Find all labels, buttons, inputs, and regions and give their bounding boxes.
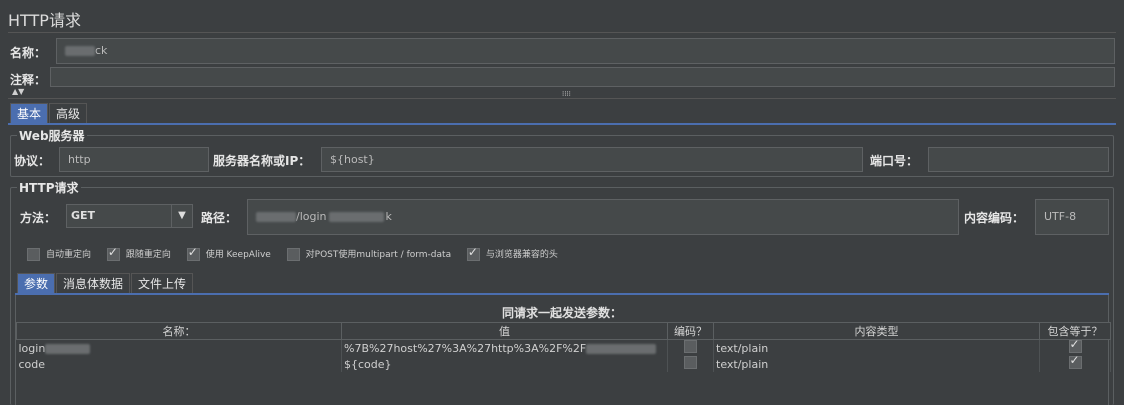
name-value: ck [95,44,108,57]
param-name-cell[interactable]: code [16,356,342,372]
option-follow-redirect[interactable]: 跟随重定向 [106,245,171,261]
protocol-label: 协议： [14,154,51,168]
comment-label: 注释： [10,73,47,87]
param-value-cell[interactable]: %7B%27host%27%3A%27http%3A%2F%2F [341,339,668,356]
name-field[interactable]: ck [56,38,1115,64]
port-input[interactable] [928,147,1109,172]
tab-advanced[interactable]: 高级 [49,103,88,124]
column-header-content-type[interactable]: 内容类型 [713,322,1040,340]
path-value-part: /login [296,210,327,223]
option-auto-redirect[interactable]: 自动重定向 [27,247,91,261]
param-tabs: 参数 消息体数据 文件上传 [17,273,194,294]
column-header-include-equals[interactable]: 包含等于？ [1039,322,1111,340]
param-include-equals-cell[interactable] [1039,339,1111,356]
table-row[interactable]: code ${code} text/plain [16,356,1111,372]
checkbox[interactable] [27,248,40,261]
tab-body-data[interactable]: 消息体数据 [56,273,131,294]
param-content-type-cell[interactable]: text/plain [713,356,1040,372]
param-name: login [18,341,46,355]
option-label: 使用 KeepAlive [205,250,271,260]
option-browser-headers[interactable]: 与浏览器兼容的头 [466,245,558,261]
tab-underline [8,123,1116,125]
collapse-arrows-icon[interactable]: ▲▼ [12,88,24,96]
params-panel: 同请求一起发送参数： 名称： 值 编码？ 内容类型 包含等于？ login %7… [15,295,1111,405]
method-select[interactable]: GET ▼ [66,204,193,228]
checkbox[interactable] [186,245,200,261]
web-server-group-title: Web服务器 [17,127,87,144]
option-label: 自动重定向 [46,250,92,260]
checkbox[interactable] [286,248,300,261]
param-value: %7B%27host%27%3A%27http%3A%2F%2F [344,341,587,355]
chevron-down-icon[interactable]: ▼ [171,205,192,227]
tab-parameters[interactable]: 参数 [17,273,56,294]
splitter-grip-icon[interactable]: ⁞⁞⁞⁞ [562,90,571,98]
encoding-label: 内容编码： [964,211,1025,225]
option-label: 对POST使用multipart / form-data [305,250,452,260]
checkbox[interactable] [1068,356,1082,369]
path-value-part: k [385,210,392,223]
server-label: 服务器名称或IP： [213,154,311,168]
table-row[interactable]: login %7B%27host%27%3A%27http%3A%2F%2F t… [16,339,1111,356]
server-input[interactable]: ${host} [321,147,863,172]
param-name-cell[interactable]: login [16,339,342,356]
title-separator [8,32,1116,33]
option-keepalive[interactable]: 使用 KeepAlive [186,245,271,261]
name-label: 名称： [10,46,47,60]
params-header-row: 名称： 值 编码？ 内容类型 包含等于？ [16,322,1111,340]
param-value-cell[interactable]: ${code} [341,356,668,372]
encoding-input[interactable]: UTF-8 [1035,199,1109,235]
path-input[interactable]: /login k [247,199,959,235]
checkbox[interactable] [106,245,120,261]
params-title: 同请求一起发送参数： [501,306,622,320]
checkbox[interactable] [1068,340,1082,353]
method-label: 方法： [20,211,57,225]
param-content-type-cell[interactable]: text/plain [713,339,1040,356]
options-row: 自动重定向 跟随重定向 使用 KeepAlive 对POST使用multipar… [27,245,570,261]
param-encode-cell[interactable] [667,339,714,356]
method-value: GET [71,209,96,222]
tab-file-upload[interactable]: 文件上传 [131,273,194,294]
column-header-name[interactable]: 名称： [16,322,342,340]
option-label: 跟随重定向 [125,250,171,260]
param-include-equals-cell[interactable] [1039,356,1111,372]
tab-basic[interactable]: 基本 [10,103,49,124]
comment-field[interactable] [50,67,1115,87]
option-label: 与浏览器兼容的头 [485,250,558,260]
redacted-text [256,212,296,222]
redacted-text [45,343,91,354]
top-tabs: 基本 高级 [10,103,88,124]
column-header-encode[interactable]: 编码？ [667,322,714,340]
option-multipart[interactable]: 对POST使用multipart / form-data [286,247,452,261]
column-header-value[interactable]: 值 [341,322,668,340]
redacted-text [65,46,95,56]
checkbox[interactable] [684,340,697,353]
redacted-text [328,212,384,222]
http-request-group-title: HTTP请求 [17,179,81,196]
path-label: 路径： [201,211,238,225]
page-title: HTTP请求 [8,11,81,30]
checkbox[interactable] [466,245,480,261]
protocol-input[interactable]: http [59,147,209,172]
checkbox[interactable] [684,356,697,369]
redacted-text [586,343,657,354]
params-table: 名称： 值 编码？ 内容类型 包含等于？ login %7B%27host%27… [16,322,1111,372]
param-encode-cell[interactable] [667,356,714,372]
splitter-line [8,98,1116,99]
port-label: 端口号： [870,154,919,168]
